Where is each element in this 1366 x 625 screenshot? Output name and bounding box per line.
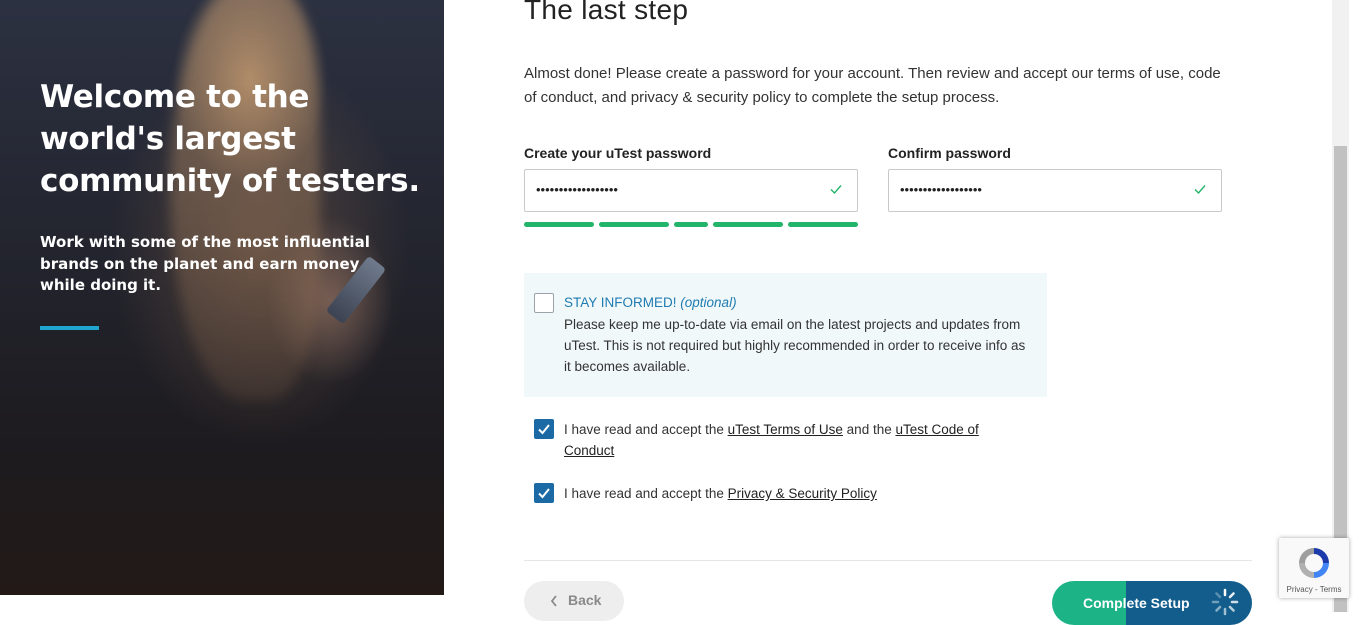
optional-note: (optional)	[680, 295, 737, 310]
hero-subtitle: Work with some of the most influential b…	[40, 233, 370, 294]
stay-informed-checkbox[interactable]	[534, 293, 554, 313]
stay-informed-title: STAY INFORMED! (optional)	[564, 295, 737, 310]
strength-segment	[713, 222, 783, 227]
privacy-label: I have read and accept the Privacy & Sec…	[564, 483, 1024, 504]
recaptcha-badge[interactable]: Privacy - Terms	[1279, 538, 1349, 598]
loading-spinner-icon	[1211, 588, 1239, 616]
confirm-password-input[interactable]: ••••••••••••••••••	[888, 169, 1222, 212]
strength-segment	[524, 222, 594, 227]
privacy-prefix: I have read and accept the	[564, 486, 728, 501]
terms-of-use-link[interactable]: uTest Terms of Use	[728, 422, 843, 437]
footer-divider	[524, 560, 1252, 561]
confirm-password-label: Confirm password	[888, 145, 1011, 161]
recaptcha-links[interactable]: Privacy - Terms	[1279, 585, 1349, 594]
hero-accent-bar	[40, 326, 99, 330]
stay-informed-heading: STAY INFORMED!	[564, 295, 677, 310]
confirm-password-value: ••••••••••••••••••	[900, 182, 982, 197]
strength-segment	[788, 222, 858, 227]
strength-segment	[599, 222, 669, 227]
complete-setup-label: Complete Setup	[1083, 595, 1190, 611]
password-input[interactable]: ••••••••••••••••••	[524, 169, 858, 212]
complete-setup-button[interactable]: Complete Setup	[1052, 581, 1252, 625]
terms-prefix: I have read and accept the	[564, 422, 728, 437]
privacy-policy-link[interactable]: Privacy & Security Policy	[728, 486, 877, 501]
recaptcha-logo-icon	[1299, 548, 1329, 578]
password-label: Create your uTest password	[524, 145, 712, 161]
page-intro: Almost done! Please create a password fo…	[524, 65, 1221, 106]
password-strength-meter	[524, 222, 858, 228]
hero-title: Welcome to the world's largest community…	[40, 79, 420, 199]
stay-informed-text: Please keep me up-to-date via email on t…	[564, 317, 1026, 374]
back-button-label: Back	[568, 592, 602, 608]
terms-checkbox[interactable]	[534, 419, 554, 439]
hero-panel: Welcome to the world's largest community…	[0, 0, 444, 595]
terms-label: I have read and accept the uTest Terms o…	[564, 419, 1024, 461]
password-value: ••••••••••••••••••	[536, 182, 618, 197]
chevron-left-icon	[550, 595, 557, 607]
valid-check-icon	[830, 185, 842, 195]
checkmark-icon	[538, 488, 550, 499]
privacy-checkbox[interactable]	[534, 483, 554, 503]
strength-segment	[674, 222, 708, 227]
back-button[interactable]: Back	[524, 581, 624, 621]
valid-check-icon	[1194, 185, 1206, 195]
checkmark-icon	[538, 424, 550, 435]
terms-middle: and the	[842, 422, 896, 437]
page-title: The last step	[524, 0, 689, 25]
